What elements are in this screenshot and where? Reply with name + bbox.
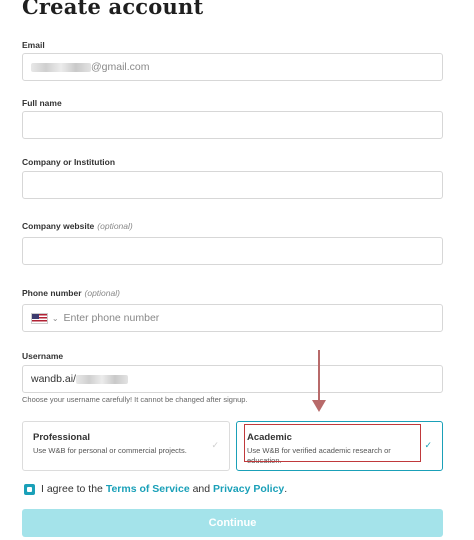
page-title: Create account: [22, 0, 204, 19]
email-domain: @gmail.com: [91, 61, 150, 73]
terms-of-service-link[interactable]: Terms of Service: [106, 483, 190, 495]
phone-label: Phone number (optional): [22, 288, 120, 298]
phone-label-text: Phone number: [22, 288, 82, 298]
redacted-username: [75, 374, 128, 384]
country-chevron-icon[interactable]: ⌄: [52, 314, 59, 323]
website-label-text: Company website: [22, 221, 95, 231]
username-field[interactable]: wandb.ai/: [22, 365, 443, 393]
annotation-arrow: [312, 350, 326, 412]
username-hint: Choose your username carefully! It canno…: [22, 395, 248, 404]
full-name-field[interactable]: [22, 111, 443, 139]
continue-button[interactable]: Continue: [22, 509, 443, 537]
email-field[interactable]: @gmail.com: [22, 53, 443, 81]
phone-field[interactable]: ⌄ Enter phone number: [22, 304, 443, 332]
agree-checkbox[interactable]: [24, 484, 35, 495]
check-icon: ✓: [424, 440, 432, 450]
phone-placeholder: Enter phone number: [63, 312, 160, 324]
company-field[interactable]: [22, 171, 443, 199]
username-prefix: wandb.ai/: [31, 373, 76, 385]
account-type-professional[interactable]: Professional Use W&B for personal or com…: [22, 421, 230, 471]
us-flag-icon[interactable]: [31, 312, 48, 324]
redacted-email-user: [31, 62, 91, 72]
privacy-policy-link[interactable]: Privacy Policy: [213, 483, 284, 495]
username-label: Username: [22, 351, 64, 361]
agreement-prefix: I agree to the: [41, 483, 103, 495]
phone-optional: (optional): [84, 288, 120, 298]
website-optional: (optional): [97, 221, 133, 231]
annotation-box: [244, 424, 421, 462]
professional-description: Use W&B for personal or commercial proje…: [33, 446, 187, 455]
check-icon: ✓: [211, 440, 219, 450]
full-name-label: Full name: [22, 98, 62, 108]
checkbox-check-icon: [27, 487, 32, 492]
agreement-text: I agree to the Terms of Service and Priv…: [41, 483, 287, 495]
professional-title: Professional: [33, 432, 91, 443]
website-label: Company website (optional): [22, 221, 133, 231]
company-label: Company or Institution: [22, 157, 116, 167]
agreement-suffix: .: [284, 483, 288, 495]
email-label: Email: [22, 40, 45, 50]
website-field[interactable]: [22, 237, 443, 265]
agreement-and: and: [192, 483, 211, 495]
